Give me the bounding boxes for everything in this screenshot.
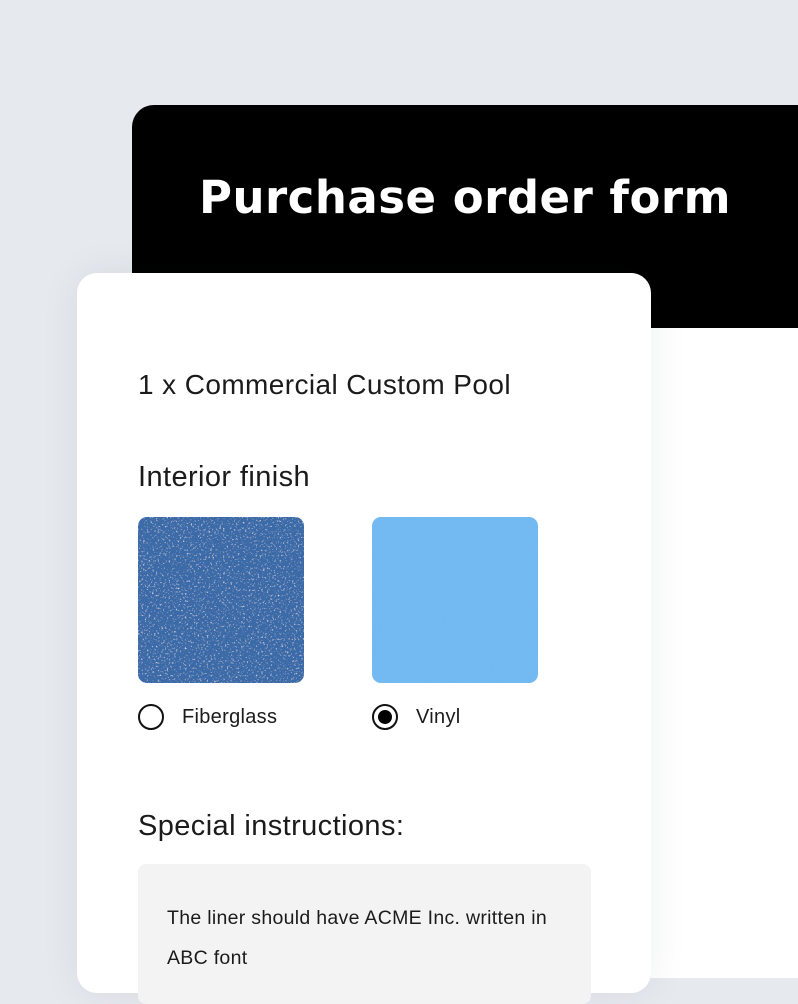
- fiberglass-label[interactable]: Fiberglass: [182, 706, 277, 729]
- special-instructions-text[interactable]: The liner should have ACME Inc. written …: [167, 898, 567, 978]
- interior-finish-heading: Interior finish: [138, 461, 311, 493]
- page-title: Purchase order form: [198, 171, 732, 224]
- product-line: 1 x Commercial Custom Pool: [138, 369, 511, 400]
- vinyl-radio-row[interactable]: Vinyl: [372, 704, 538, 730]
- vinyl-swatch-image[interactable]: [372, 517, 538, 683]
- finish-option-fiberglass[interactable]: Fiberglass: [138, 517, 304, 730]
- fiberglass-radio-row[interactable]: Fiberglass: [138, 704, 304, 730]
- vinyl-label[interactable]: Vinyl: [416, 706, 461, 729]
- order-form-card: 1 x Commercial Custom Pool Interior fini…: [77, 273, 651, 1004]
- fiberglass-swatch-image[interactable]: [138, 517, 304, 683]
- fiberglass-radio[interactable]: [138, 704, 164, 730]
- special-instructions-textarea[interactable]: The liner should have ACME Inc. written …: [138, 864, 591, 1004]
- special-instructions-heading: Special instructions:: [138, 810, 405, 842]
- vinyl-radio[interactable]: [372, 704, 398, 730]
- finish-option-vinyl[interactable]: Vinyl: [372, 517, 538, 730]
- background-panel: [651, 328, 798, 978]
